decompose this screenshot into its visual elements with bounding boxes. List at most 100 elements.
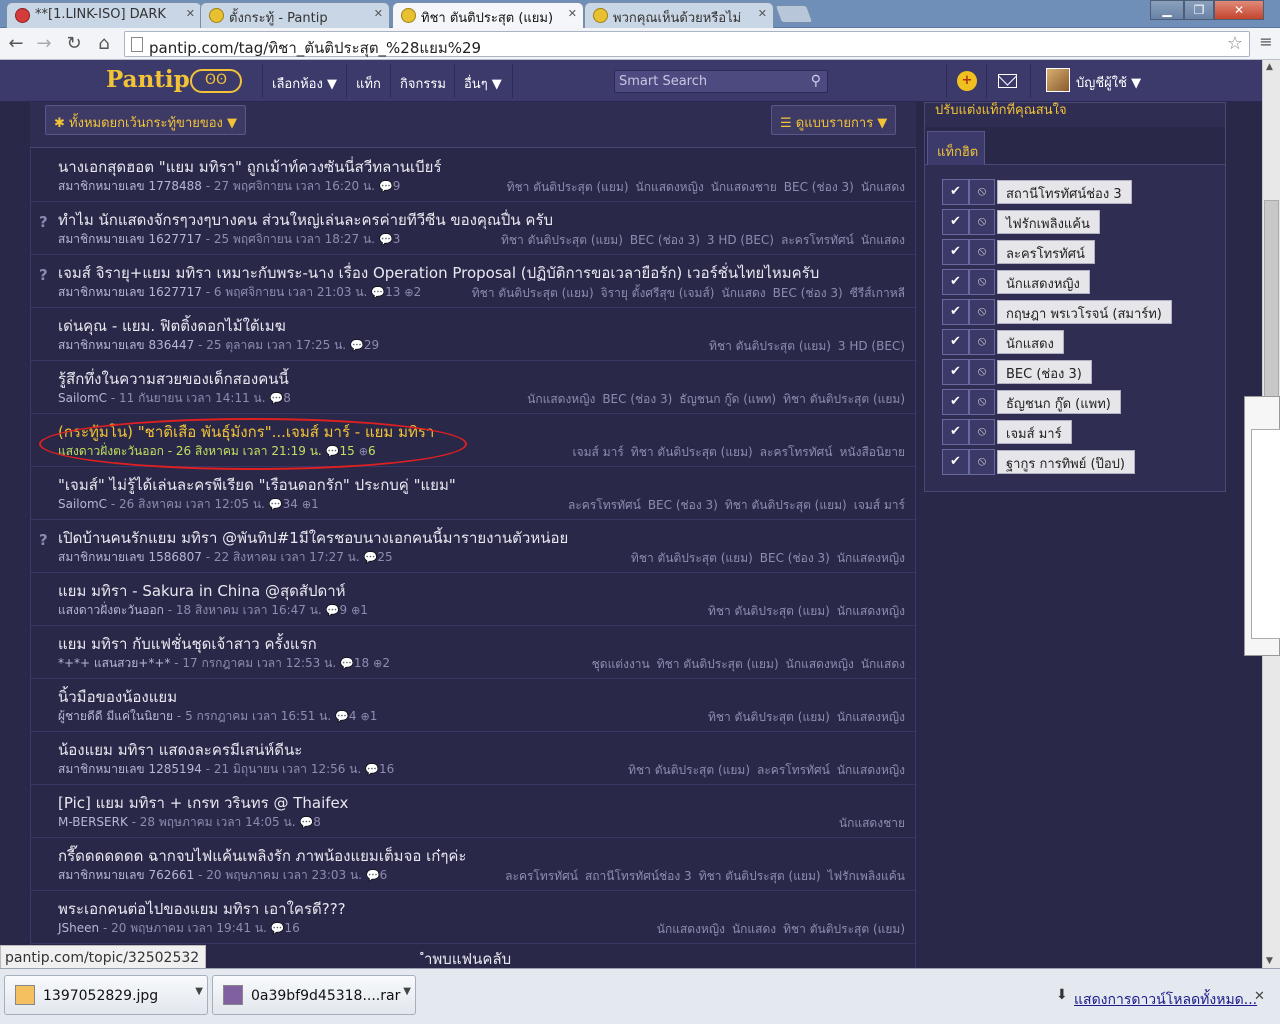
- topic-author[interactable]: สมาชิกหมายเลข 1627717: [58, 232, 202, 246]
- block-icon[interactable]: ⦸: [969, 359, 995, 385]
- topic-tag-link[interactable]: นักแสดงหญิง: [837, 763, 905, 777]
- block-icon[interactable]: ⦸: [969, 389, 995, 415]
- topic-tag-link[interactable]: นักแสดงหญิง: [837, 710, 905, 724]
- topic-tag-link[interactable]: ทิชา ตันติประสุต (แยม): [699, 869, 821, 883]
- scroll-up-arrow-icon[interactable]: ▲: [1266, 62, 1273, 72]
- topic-title[interactable]: เปิดบ้านคนรักแยม มทิรา @พันทิป#1มีใครชอบ…: [58, 526, 568, 550]
- topic-tag-link[interactable]: สถานีโทรทัศน์ช่อง 3: [585, 869, 692, 883]
- topic-row[interactable]: (กระทู้มโน) "ชาติเสือ พันธุ์มังกร"...เจม…: [31, 414, 917, 470]
- topic-author[interactable]: แสงดาวฝั่งตะวันออก: [58, 444, 164, 458]
- topic-tag-link[interactable]: ซีรีส์เกาหลี: [850, 286, 905, 300]
- topic-tag-link[interactable]: นักแสดงหญิง: [657, 922, 725, 936]
- close-tab-icon[interactable]: ✕: [758, 7, 767, 20]
- topic-author[interactable]: *+*+ แสนสวย+*+*: [58, 656, 170, 670]
- hot-tag-label[interactable]: ไฟรักเพลิงแค้น: [997, 210, 1100, 234]
- topic-tag-link[interactable]: ทิชา ตันติประสุต (แยม): [507, 180, 629, 194]
- topic-tag-link[interactable]: นักแสดง: [861, 180, 905, 194]
- topic-tag-link[interactable]: ทิชา ตันติประสุต (แยม): [709, 339, 831, 353]
- topic-author[interactable]: สมาชิกหมายเลข 1586807: [58, 550, 202, 564]
- check-icon[interactable]: ✔: [942, 389, 969, 415]
- topic-tag-link[interactable]: จิรายุ ตั้งศรีสุข (เจมส์): [601, 286, 715, 300]
- topic-tag-link[interactable]: เจมส์ มาร์: [573, 445, 624, 459]
- topic-title[interactable]: นางเอกสุดฮอต "แยม มทิรา" ถูกเม้าท์ควงซัน…: [58, 155, 442, 179]
- topic-author[interactable]: สมาชิกหมายเลข 1778488: [58, 179, 202, 193]
- block-icon[interactable]: ⦸: [969, 449, 995, 475]
- hot-tag-label[interactable]: กฤษฎา พรเวโรจน์ (สมาร์ท): [997, 300, 1172, 324]
- topic-tag-link[interactable]: นักแสดงชาย: [839, 816, 905, 830]
- topic-tag-link[interactable]: BEC (ช่อง 3): [648, 498, 718, 512]
- topic-tag-link[interactable]: นักแสดง: [721, 286, 765, 300]
- topic-tag-link[interactable]: ทิชา ตันติประสุต (แยม): [708, 710, 830, 724]
- topic-author[interactable]: สมาชิกหมายเลข 836447: [58, 338, 194, 352]
- topic-row[interactable]: ? เจมส์ จิรายุ+แยม มทิรา เหมาะกับพระ-นาง …: [31, 255, 917, 308]
- topic-title[interactable]: กรี๊ดดดดดดด ฉากจบไฟแค้นเพลิงรัก ภาพน้องแ…: [58, 844, 467, 868]
- new-topic-icon[interactable]: +: [957, 71, 977, 91]
- download-item-jpg[interactable]: 1397052829.jpg ▼: [4, 975, 208, 1015]
- block-icon[interactable]: ⦸: [969, 209, 995, 235]
- home-icon[interactable]: ⌂: [92, 32, 116, 56]
- topic-title[interactable]: เจมส์ จิรายุ+แยม มทิรา เหมาะกับพระ-นาง เ…: [58, 261, 819, 285]
- topic-row[interactable]: เด่นคุณ - แยม. ฟิตติ้งดอกไม้ใต้เมฆ สมาชิก…: [31, 308, 917, 361]
- side-popup-window[interactable]: [1244, 396, 1280, 656]
- topic-tag-link[interactable]: BEC (ช่อง 3): [602, 392, 672, 406]
- topic-row[interactable]: รู้สึกทึ่งในความสวยของเด็กสองคนนี้ Sailom…: [31, 361, 917, 414]
- topic-author[interactable]: สมาชิกหมายเลข 1627717: [58, 285, 202, 299]
- topic-tag-link[interactable]: ทิชา ตันติประสุต (แยม): [631, 445, 753, 459]
- topic-tag-link[interactable]: นักแสดง: [732, 922, 776, 936]
- topic-tag-link[interactable]: ทิชา ตันติประสุต (แยม): [657, 657, 779, 671]
- topic-row[interactable]: "เจมส์" ไม่รู้ได้เล่นละครพีเรียด "เรือนด…: [31, 467, 917, 520]
- close-tab-icon[interactable]: ✕: [568, 7, 577, 20]
- topic-tag-link[interactable]: ทิชา ตันติประสุต (แยม): [501, 233, 623, 247]
- topic-author[interactable]: M-BERSERK: [58, 815, 128, 829]
- avatar[interactable]: [1046, 68, 1070, 92]
- topic-title[interactable]: แยม มทิรา กับแฟชั่นชุดเจ้าสาว ครั้งแรก: [58, 632, 317, 656]
- search-icon[interactable]: ⚲: [811, 73, 821, 89]
- topic-tag-link[interactable]: นักแสดง: [861, 657, 905, 671]
- check-icon[interactable]: ✔: [942, 359, 969, 385]
- topic-tag-link[interactable]: เจมส์ มาร์: [854, 498, 905, 512]
- topic-row[interactable]: ? เปิดบ้านคนรักแยม มทิรา @พันทิป#1มีใครชอ…: [31, 520, 917, 573]
- topic-author[interactable]: ผู้ชายดีดี มีแค่ในนิยาย: [58, 709, 173, 723]
- view-mode-button[interactable]: ☰ ดูแบบรายการ ▼: [771, 105, 897, 135]
- topic-tag-link[interactable]: ทิชา ตันติประสุต (แยม): [472, 286, 594, 300]
- topic-tag-link[interactable]: ละครโทรทัศน์: [781, 233, 854, 247]
- mail-icon[interactable]: [998, 74, 1017, 88]
- browser-menu-icon[interactable]: ≡: [1256, 32, 1276, 56]
- hot-tag-label[interactable]: สถานีโทรทัศน์ช่อง 3: [997, 180, 1132, 204]
- topic-tag-link[interactable]: BEC (ช่อง 3): [784, 180, 854, 194]
- topic-tag-link[interactable]: ชุดแต่งงาน: [592, 657, 650, 671]
- topic-row[interactable]: แยม มทิรา กับแฟชั่นชุดเจ้าสาว ครั้งแรก *+…: [31, 626, 917, 679]
- hot-tag-label[interactable]: นักแสดง: [997, 330, 1064, 354]
- topic-row[interactable]: [Pic] แยม มทิรา + เกรท วรินทร @ Thaifex M…: [31, 785, 917, 838]
- back-arrow-icon[interactable]: ←: [4, 32, 28, 56]
- pantip-logo-mark-icon[interactable]: ʘʘ: [190, 69, 242, 93]
- topic-author[interactable]: SailomC: [58, 391, 107, 405]
- topic-author[interactable]: แสงดาวฝั่งตะวันออก: [58, 603, 164, 617]
- hot-tag-label[interactable]: ธัญชนก กู๊ด (แพท): [997, 390, 1121, 414]
- hot-tag-label[interactable]: ละครโทรทัศน์: [997, 240, 1095, 264]
- topic-row[interactable]: พระเอกคนต่อไปของแยม มทิรา เอาใครดี??? JSh…: [31, 891, 917, 944]
- topic-tag-link[interactable]: BEC (ช่อง 3): [760, 551, 830, 565]
- topic-tag-link[interactable]: ไฟรักเพลิงแค้น: [828, 869, 905, 883]
- topic-tag-link[interactable]: ละครโทรทัศน์: [568, 498, 641, 512]
- topic-tag-link[interactable]: หนังสือนิยาย: [839, 445, 905, 459]
- nav-activities[interactable]: กิจกรรม: [400, 73, 446, 94]
- chevron-down-icon[interactable]: ▼: [403, 986, 411, 997]
- hot-tag-label[interactable]: นักแสดงหญิง: [997, 270, 1090, 294]
- topic-tag-link[interactable]: ทิชา ตันติประสุต (แยม): [628, 763, 750, 777]
- check-icon[interactable]: ✔: [942, 449, 969, 475]
- nav-more[interactable]: อื่นๆ ▼: [464, 73, 502, 94]
- browser-tab-3-active[interactable]: ทิชา ตันติประสุต (แยม) ✕: [392, 2, 584, 29]
- topic-row[interactable]: แยม มทิรา - Sakura in China @สุดสัปดาห์แ…: [31, 573, 917, 626]
- block-icon[interactable]: ⦸: [969, 299, 995, 325]
- topic-tag-link[interactable]: 3 HD (BEC): [707, 233, 774, 247]
- block-icon[interactable]: ⦸: [969, 179, 995, 205]
- block-icon[interactable]: ⦸: [969, 239, 995, 265]
- hot-tag-label[interactable]: BEC (ช่อง 3): [997, 360, 1092, 384]
- check-icon[interactable]: ✔: [942, 179, 969, 205]
- scroll-down-arrow-icon[interactable]: ▼: [1266, 956, 1273, 966]
- topic-row[interactable]: นางเอกสุดฮอต "แยม มทิรา" ถูกเม้าท์ควงซัน…: [31, 149, 917, 202]
- hot-tag-label[interactable]: ฐากูร การทิพย์ (ป๊อป): [997, 450, 1135, 474]
- topic-row[interactable]: นิ้วมือของน้องแยม ผู้ชายดีดี มีแค่ในนิยาย…: [31, 679, 917, 732]
- topic-title[interactable]: "เจมส์" ไม่รู้ได้เล่นละครพีเรียด "เรือนด…: [58, 473, 456, 497]
